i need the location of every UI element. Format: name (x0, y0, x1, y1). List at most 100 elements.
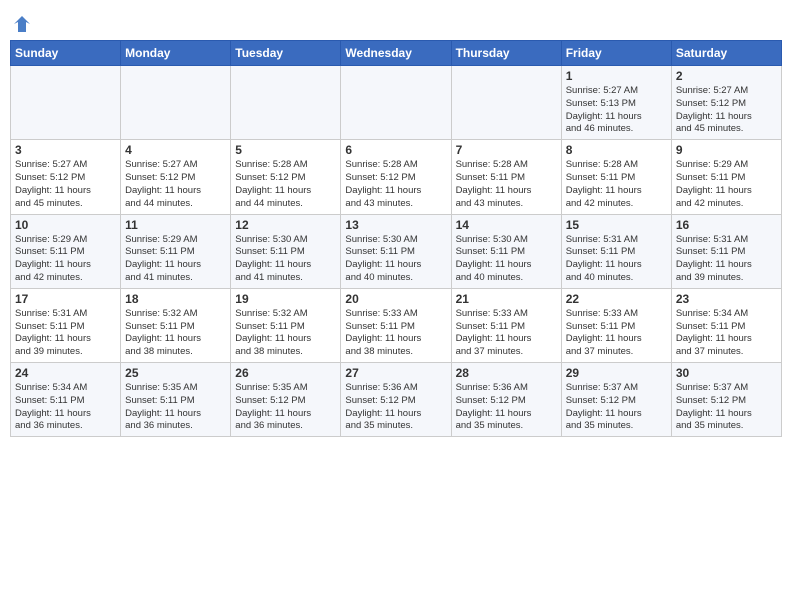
day-info: Sunrise: 5:36 AM Sunset: 5:12 PM Dayligh… (345, 382, 446, 433)
calendar-cell (11, 66, 121, 140)
day-number: 25 (125, 366, 226, 380)
calendar-cell: 2Sunrise: 5:27 AM Sunset: 5:12 PM Daylig… (671, 66, 781, 140)
day-info: Sunrise: 5:29 AM Sunset: 5:11 PM Dayligh… (125, 234, 226, 285)
day-number: 12 (235, 218, 336, 232)
day-info: Sunrise: 5:28 AM Sunset: 5:12 PM Dayligh… (235, 159, 336, 210)
day-info: Sunrise: 5:32 AM Sunset: 5:11 PM Dayligh… (125, 308, 226, 359)
calendar-cell: 27 Sunrise: 5:36 AM Sunset: 5:12 PM Dayli… (341, 363, 451, 437)
day-number: 24 (15, 366, 116, 380)
day-number: 29 (566, 366, 667, 380)
day-number: 30 (676, 366, 777, 380)
day-info: Sunrise: 5:31 AM Sunset: 5:11 PM Dayligh… (676, 234, 777, 285)
calendar-week-row: 10 Sunrise: 5:29 AM Sunset: 5:11 PM Dayli… (11, 214, 782, 288)
calendar-cell: 21Sunrise: 5:33 AM Sunset: 5:11 PM Dayli… (451, 288, 561, 362)
day-number: 1 (566, 69, 667, 83)
calendar-cell: 6 Sunrise: 5:28 AM Sunset: 5:12 PM Daylig… (341, 140, 451, 214)
page-header (10, 10, 782, 34)
calendar-cell (451, 66, 561, 140)
day-number: 11 (125, 218, 226, 232)
day-number: 10 (15, 218, 116, 232)
day-number: 19 (235, 292, 336, 306)
day-number: 22 (566, 292, 667, 306)
day-info: Sunrise: 5:31 AM Sunset: 5:11 PM Dayligh… (566, 234, 667, 285)
day-number: 7 (456, 143, 557, 157)
day-info: Sunrise: 5:27 AM Sunset: 5:12 PM Dayligh… (125, 159, 226, 210)
calendar-week-row: 24Sunrise: 5:34 AM Sunset: 5:11 PM Dayli… (11, 363, 782, 437)
calendar-cell: 3 Sunrise: 5:27 AM Sunset: 5:12 PM Daylig… (11, 140, 121, 214)
calendar-cell: 20 Sunrise: 5:33 AM Sunset: 5:11 PM Dayli… (341, 288, 451, 362)
day-info: Sunrise: 5:33 AM Sunset: 5:11 PM Dayligh… (566, 308, 667, 359)
day-number: 4 (125, 143, 226, 157)
weekday-header-saturday: Saturday (671, 41, 781, 66)
weekday-header-tuesday: Tuesday (231, 41, 341, 66)
day-info: Sunrise: 5:33 AM Sunset: 5:11 PM Dayligh… (456, 308, 557, 359)
calendar-cell: 19Sunrise: 5:32 AM Sunset: 5:11 PM Dayli… (231, 288, 341, 362)
day-info: Sunrise: 5:35 AM Sunset: 5:11 PM Dayligh… (125, 382, 226, 433)
calendar-week-row: 1Sunrise: 5:27 AM Sunset: 5:13 PM Daylig… (11, 66, 782, 140)
day-number: 9 (676, 143, 777, 157)
weekday-header-monday: Monday (121, 41, 231, 66)
day-number: 2 (676, 69, 777, 83)
calendar-cell (341, 66, 451, 140)
day-info: Sunrise: 5:28 AM Sunset: 5:12 PM Dayligh… (345, 159, 446, 210)
day-number: 16 (676, 218, 777, 232)
day-number: 20 (345, 292, 446, 306)
day-info: Sunrise: 5:34 AM Sunset: 5:11 PM Dayligh… (676, 308, 777, 359)
day-info: Sunrise: 5:33 AM Sunset: 5:11 PM Dayligh… (345, 308, 446, 359)
day-info: Sunrise: 5:37 AM Sunset: 5:12 PM Dayligh… (566, 382, 667, 433)
calendar-cell: 10 Sunrise: 5:29 AM Sunset: 5:11 PM Dayli… (11, 214, 121, 288)
calendar-cell: 16 Sunrise: 5:31 AM Sunset: 5:11 PM Dayli… (671, 214, 781, 288)
calendar-cell: 26 Sunrise: 5:35 AM Sunset: 5:12 PM Dayli… (231, 363, 341, 437)
logo (10, 10, 32, 34)
day-info: Sunrise: 5:35 AM Sunset: 5:12 PM Dayligh… (235, 382, 336, 433)
day-info: Sunrise: 5:30 AM Sunset: 5:11 PM Dayligh… (345, 234, 446, 285)
day-number: 27 (345, 366, 446, 380)
day-info: Sunrise: 5:29 AM Sunset: 5:11 PM Dayligh… (676, 159, 777, 210)
calendar-cell (231, 66, 341, 140)
day-info: Sunrise: 5:28 AM Sunset: 5:11 PM Dayligh… (456, 159, 557, 210)
calendar-cell: 30 Sunrise: 5:37 AM Sunset: 5:12 PM Dayli… (671, 363, 781, 437)
calendar-cell: 4 Sunrise: 5:27 AM Sunset: 5:12 PM Daylig… (121, 140, 231, 214)
calendar-cell: 7 Sunrise: 5:28 AM Sunset: 5:11 PM Daylig… (451, 140, 561, 214)
calendar-cell: 28 Sunrise: 5:36 AM Sunset: 5:12 PM Dayli… (451, 363, 561, 437)
day-number: 13 (345, 218, 446, 232)
calendar-cell: 1Sunrise: 5:27 AM Sunset: 5:13 PM Daylig… (561, 66, 671, 140)
weekday-header-wednesday: Wednesday (341, 41, 451, 66)
calendar-cell: 15 Sunrise: 5:31 AM Sunset: 5:11 PM Dayli… (561, 214, 671, 288)
calendar-cell: 23Sunrise: 5:34 AM Sunset: 5:11 PM Dayli… (671, 288, 781, 362)
calendar-cell: 11 Sunrise: 5:29 AM Sunset: 5:11 PM Dayli… (121, 214, 231, 288)
day-info: Sunrise: 5:31 AM Sunset: 5:11 PM Dayligh… (15, 308, 116, 359)
weekday-header-friday: Friday (561, 41, 671, 66)
day-info: Sunrise: 5:29 AM Sunset: 5:11 PM Dayligh… (15, 234, 116, 285)
day-info: Sunrise: 5:37 AM Sunset: 5:12 PM Dayligh… (676, 382, 777, 433)
day-info: Sunrise: 5:30 AM Sunset: 5:11 PM Dayligh… (456, 234, 557, 285)
calendar-header-row: SundayMondayTuesdayWednesdayThursdayFrid… (11, 41, 782, 66)
day-number: 6 (345, 143, 446, 157)
calendar-cell (121, 66, 231, 140)
calendar-cell: 25 Sunrise: 5:35 AM Sunset: 5:11 PM Dayli… (121, 363, 231, 437)
day-number: 8 (566, 143, 667, 157)
calendar-cell: 8 Sunrise: 5:28 AM Sunset: 5:11 PM Daylig… (561, 140, 671, 214)
logo-bird-icon (12, 14, 32, 34)
day-number: 28 (456, 366, 557, 380)
day-info: Sunrise: 5:30 AM Sunset: 5:11 PM Dayligh… (235, 234, 336, 285)
day-info: Sunrise: 5:28 AM Sunset: 5:11 PM Dayligh… (566, 159, 667, 210)
calendar-cell: 17 Sunrise: 5:31 AM Sunset: 5:11 PM Dayli… (11, 288, 121, 362)
calendar-cell: 22 Sunrise: 5:33 AM Sunset: 5:11 PM Dayli… (561, 288, 671, 362)
day-number: 14 (456, 218, 557, 232)
calendar-cell: 18 Sunrise: 5:32 AM Sunset: 5:11 PM Dayli… (121, 288, 231, 362)
calendar-cell: 9 Sunrise: 5:29 AM Sunset: 5:11 PM Daylig… (671, 140, 781, 214)
day-info: Sunrise: 5:36 AM Sunset: 5:12 PM Dayligh… (456, 382, 557, 433)
day-number: 17 (15, 292, 116, 306)
calendar-week-row: 3 Sunrise: 5:27 AM Sunset: 5:12 PM Daylig… (11, 140, 782, 214)
calendar-cell: 14 Sunrise: 5:30 AM Sunset: 5:11 PM Dayli… (451, 214, 561, 288)
day-number: 26 (235, 366, 336, 380)
day-info: Sunrise: 5:27 AM Sunset: 5:12 PM Dayligh… (15, 159, 116, 210)
day-number: 3 (15, 143, 116, 157)
day-number: 18 (125, 292, 226, 306)
calendar-cell: 12 Sunrise: 5:30 AM Sunset: 5:11 PM Dayli… (231, 214, 341, 288)
calendar-cell: 29 Sunrise: 5:37 AM Sunset: 5:12 PM Dayli… (561, 363, 671, 437)
calendar-table: SundayMondayTuesdayWednesdayThursdayFrid… (10, 40, 782, 437)
calendar-cell: 24Sunrise: 5:34 AM Sunset: 5:11 PM Dayli… (11, 363, 121, 437)
day-number: 15 (566, 218, 667, 232)
